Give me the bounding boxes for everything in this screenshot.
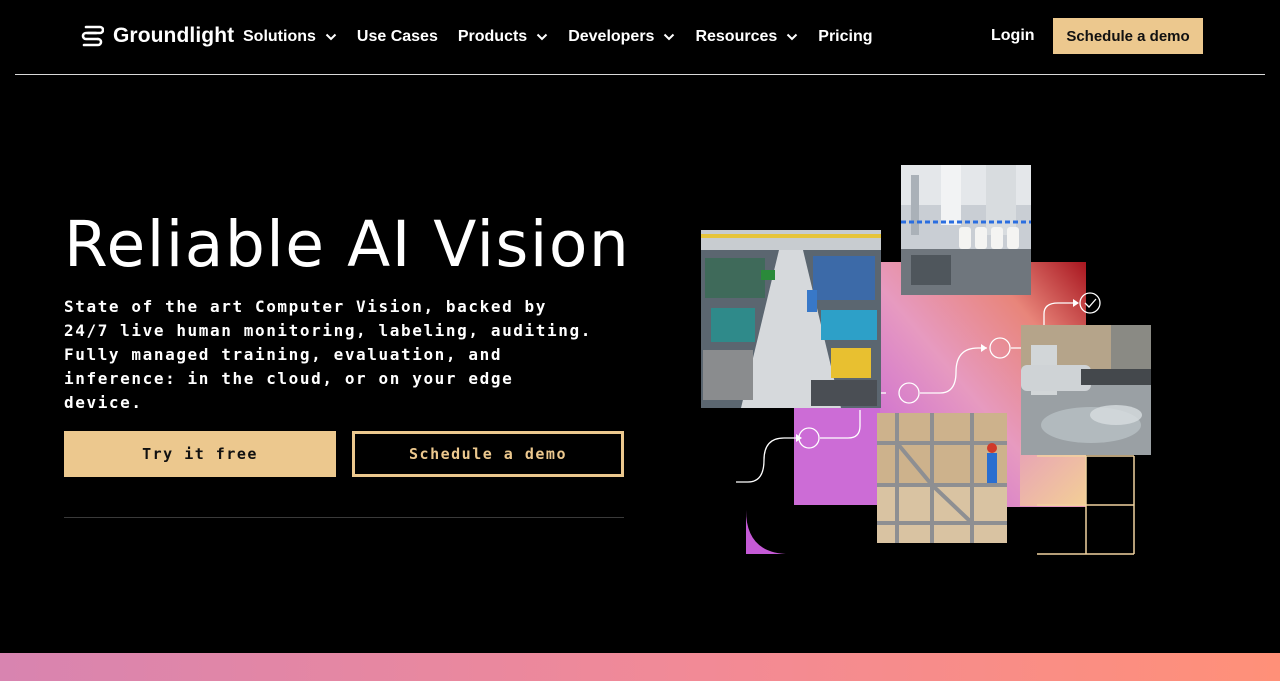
nav-item-resources[interactable]: Resources bbox=[695, 26, 798, 48]
nav-item-products[interactable]: Products bbox=[458, 26, 548, 48]
hero-subtitle: State of the art Computer Vision, backed… bbox=[64, 297, 592, 412]
chevron-down-icon bbox=[325, 33, 337, 41]
chevron-down-icon bbox=[664, 33, 675, 41]
brand-name: Groundlight bbox=[113, 24, 235, 47]
pipe-leak-image bbox=[1021, 325, 1151, 455]
nav-item-use-cases[interactable]: Use Cases bbox=[357, 26, 438, 48]
top-navigation: Groundlight Solutions Use Cases Products… bbox=[0, 0, 1280, 75]
chevron-down-icon bbox=[536, 33, 548, 41]
try-free-button[interactable]: Try it free bbox=[64, 431, 336, 477]
nav-item-label: Pricing bbox=[818, 28, 873, 45]
nav-item-developers[interactable]: Developers bbox=[568, 26, 675, 48]
nav-item-label: Developers bbox=[568, 28, 655, 45]
nav-item-label: Use Cases bbox=[356, 28, 438, 45]
brand-logo[interactable]: Groundlight bbox=[80, 24, 234, 48]
logo-icon bbox=[81, 25, 104, 47]
bottling-line-image bbox=[901, 165, 1031, 295]
schedule-demo-nav-button[interactable]: Schedule a demo bbox=[1053, 18, 1203, 54]
login-link[interactable]: Login bbox=[991, 27, 1035, 45]
hero-divider bbox=[64, 517, 624, 518]
schedule-demo-button[interactable]: Schedule a demo bbox=[352, 431, 624, 477]
main-menu: Solutions Use Cases Products Developers … bbox=[243, 26, 893, 48]
scaffolding-worker-image bbox=[877, 413, 1007, 543]
nav-item-label: Products bbox=[457, 28, 528, 45]
next-section-gradient-band bbox=[0, 653, 1280, 681]
nav-item-label: Resources bbox=[695, 28, 778, 45]
chevron-down-icon bbox=[787, 33, 798, 41]
nav-item-solutions[interactable]: Solutions bbox=[243, 26, 337, 48]
hero-title: Reliable AI Vision bbox=[64, 208, 631, 281]
nav-divider bbox=[15, 74, 1265, 75]
hero-collage bbox=[700, 160, 1160, 560]
nav-item-label: Solutions bbox=[243, 28, 316, 45]
nav-item-pricing[interactable]: Pricing bbox=[818, 26, 872, 48]
factory-floor-image bbox=[701, 230, 881, 408]
